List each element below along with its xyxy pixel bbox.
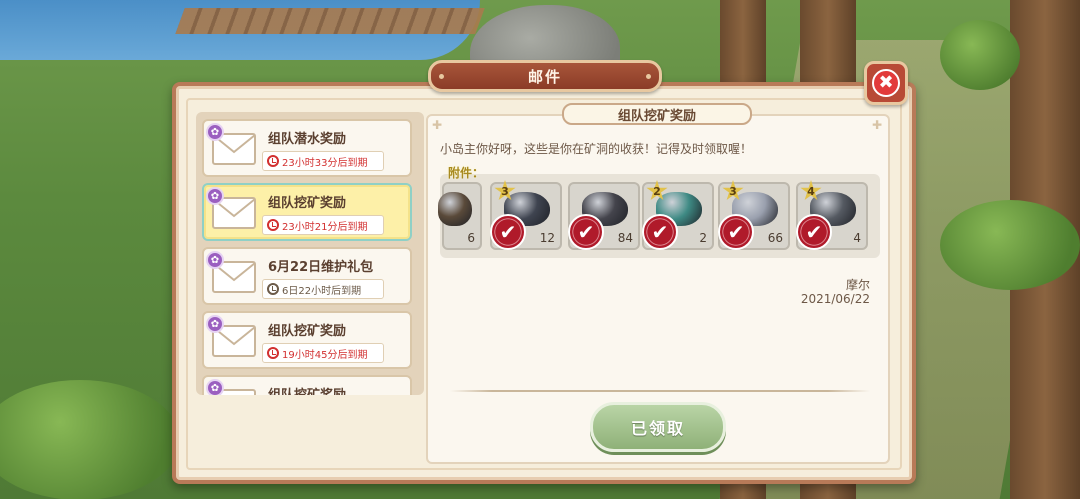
- divider: [450, 390, 870, 392]
- unread-badge-icon: ✿: [206, 187, 224, 205]
- mail-body-text: 小岛主你好呀，这些是你在矿洞的收获！记得及时领取喔！: [440, 142, 753, 156]
- close-button[interactable]: ✖: [864, 61, 908, 105]
- ore-icon: [438, 192, 472, 226]
- corner-ornament-icon: ✚: [872, 118, 883, 132]
- attachment-item[interactable]: 4 ✔ 4: [796, 180, 868, 250]
- mail-expiry: 19小时45分后到期: [262, 343, 384, 363]
- alarm-clock-icon: [267, 283, 279, 295]
- alarm-clock-icon: [267, 347, 279, 359]
- mail-item[interactable]: ✿ 组队挖矿奖励 19小时45分后到期: [202, 311, 412, 369]
- mail-title: 6月22日维护礼包: [268, 260, 374, 275]
- mail-expiry: 23小时33分后到期: [262, 151, 384, 171]
- mail-list[interactable]: ✿ 组队潜水奖励 23小时33分后到期 ✿ 组队挖矿奖励 23小时21分后到期 …: [196, 112, 424, 395]
- mail-title: 组队挖矿奖励: [268, 196, 347, 211]
- unread-badge-icon: ✿: [206, 315, 224, 333]
- bush: [940, 20, 1020, 90]
- mail-date: 2021/06/22: [800, 292, 870, 306]
- mail-item[interactable]: ✿ 组队挖矿奖励: [202, 375, 412, 395]
- alarm-clock-icon: [267, 219, 279, 231]
- attachments-label: 附件：: [448, 166, 485, 180]
- claimed-button[interactable]: 已领取: [590, 402, 726, 452]
- check-mark-icon: ✔: [490, 214, 526, 250]
- attachment-count: 6: [467, 231, 475, 245]
- unread-badge-icon: ✿: [206, 123, 224, 141]
- attachment-item[interactable]: 6: [438, 182, 482, 250]
- bush: [940, 200, 1080, 290]
- attachment-item[interactable]: ✔ 84: [568, 182, 640, 250]
- mail-item[interactable]: ✿ 6月22日维护礼包 6日22小时后到期: [202, 247, 412, 305]
- mail-expiry: 6日22小时后到期: [262, 279, 384, 299]
- check-mark-icon: ✔: [718, 214, 754, 250]
- mail-expiry-text: 6日22小时后到期: [282, 285, 362, 297]
- mail-expiry: 23小时21分后到期: [262, 215, 384, 235]
- check-mark-icon: ✔: [642, 214, 678, 250]
- bush: [0, 380, 180, 499]
- attachment-count: 2: [699, 231, 707, 245]
- corner-ornament-icon: ✚: [432, 118, 443, 132]
- unread-badge-icon: ✿: [206, 379, 224, 395]
- mail-detail-title: 组队挖矿奖励: [562, 103, 752, 125]
- attachment-item[interactable]: 2 ✔ 2: [642, 180, 714, 250]
- wooden-dock: [175, 8, 485, 34]
- mail-title: 组队挖矿奖励: [268, 324, 347, 339]
- alarm-clock-icon: [267, 155, 279, 167]
- check-mark-icon: ✔: [796, 214, 832, 250]
- mail-sender: 摩尔: [845, 278, 870, 292]
- check-mark-icon: ✔: [568, 214, 604, 250]
- mail-item[interactable]: ✿ 组队潜水奖励 23小时33分后到期: [202, 119, 412, 177]
- mail-expiry-text: 23小时21分后到期: [282, 221, 368, 233]
- attachment-count: 12: [539, 231, 555, 245]
- attachment-count: 66: [767, 231, 783, 245]
- mail-title: 组队潜水奖励: [268, 132, 347, 147]
- window-title: 邮件: [428, 60, 662, 92]
- mail-expiry-text: 23小时33分后到期: [282, 157, 368, 169]
- close-icon: ✖: [872, 69, 900, 97]
- attachment-item[interactable]: 3 ✔ 66: [718, 180, 790, 250]
- mail-item-selected[interactable]: ✿ 组队挖矿奖励 23小时21分后到期: [202, 183, 412, 241]
- mail-expiry-text: 19小时45分后到期: [282, 349, 368, 361]
- unread-badge-icon: ✿: [206, 251, 224, 269]
- attachment-count: 4: [853, 231, 861, 245]
- attachment-item[interactable]: 3 ✔ 12: [490, 180, 562, 250]
- attachment-count: 84: [617, 231, 633, 245]
- mail-title: 组队挖矿奖励: [268, 384, 346, 395]
